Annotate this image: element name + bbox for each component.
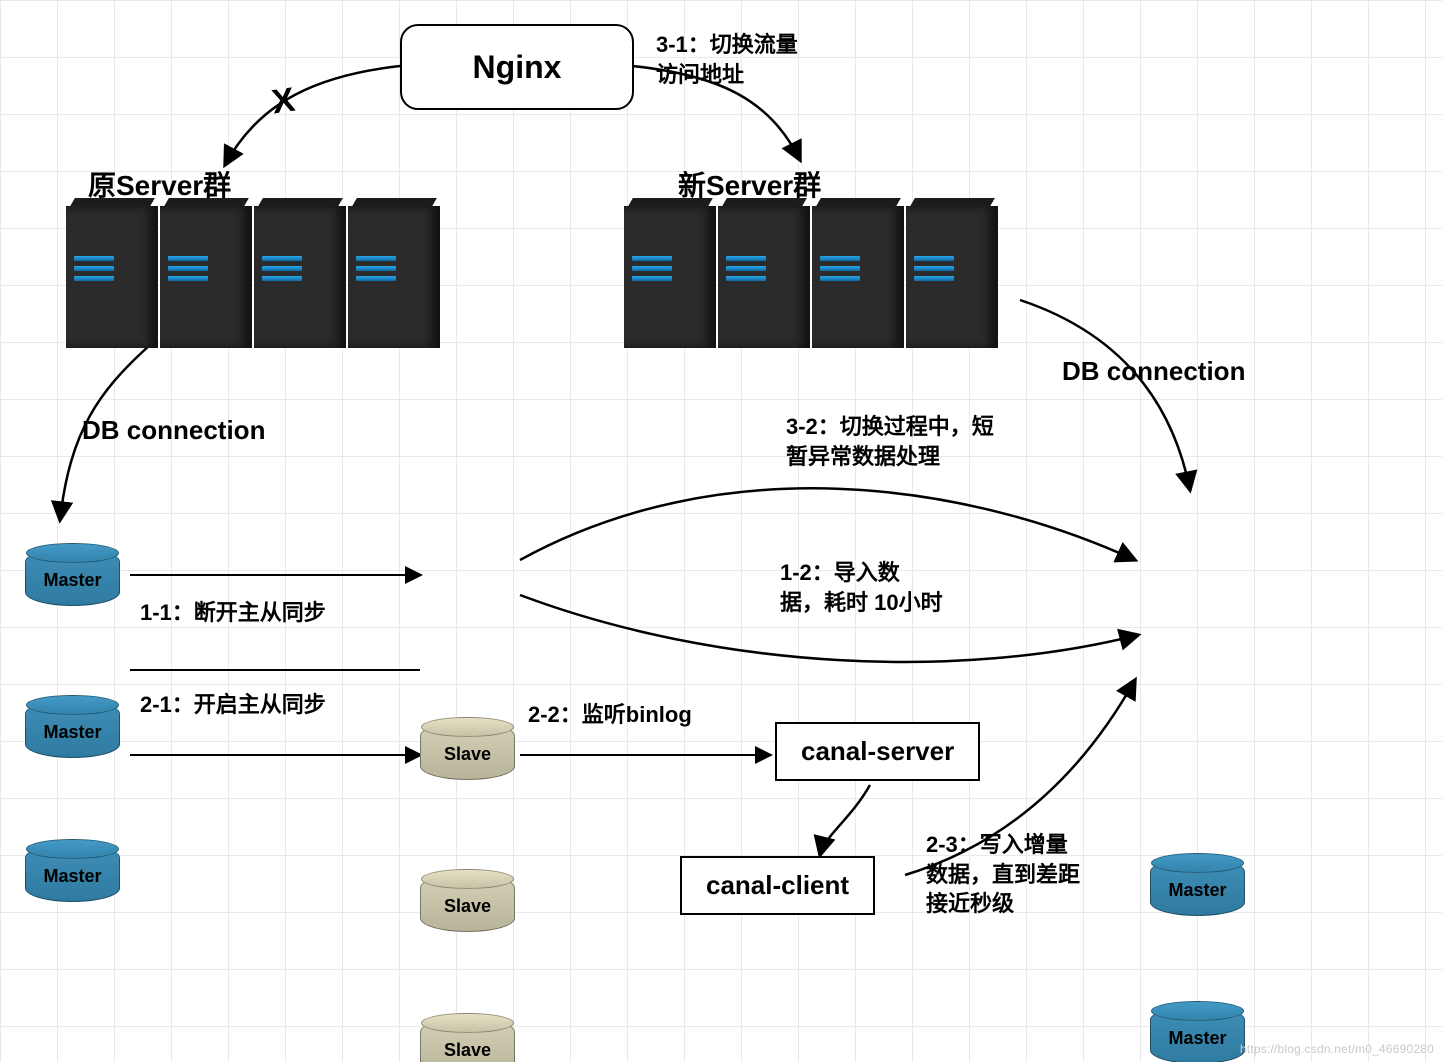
server-icon (344, 198, 444, 348)
db-connection-right-label: DB connection (1062, 354, 1245, 389)
canal-client-node: canal-client (680, 856, 875, 915)
edge-2-2-label: 2-2：监听binlog (528, 700, 692, 730)
edge-3-1-label: 3-1：切换流量 访问地址 (656, 30, 798, 89)
canal-server-label: canal-server (801, 736, 954, 767)
db-label: Slave (444, 744, 491, 765)
cross-mark: X (269, 81, 297, 123)
db-master-left-1: Master (25, 548, 120, 606)
db-master-left-3: Master (25, 844, 120, 902)
server-icon (620, 198, 720, 348)
db-master-right-2: Master (1150, 1006, 1245, 1062)
nginx-label: Nginx (473, 49, 562, 86)
edge-2-3-label: 2-3：写入增量 数据，直到差距 接近秒级 (926, 830, 1080, 919)
nginx-node: Nginx (400, 24, 634, 110)
db-label: Slave (444, 896, 491, 917)
db-slave-1: Slave (420, 722, 515, 780)
db-label: Master (43, 866, 101, 887)
db-master-left-2: Master (25, 700, 120, 758)
edge-3-2-label: 3-2：切换过程中，短 暂异常数据处理 (786, 412, 994, 471)
db-label: Master (43, 570, 101, 591)
db-label: Slave (444, 1040, 491, 1061)
canal-server-node: canal-server (775, 722, 980, 781)
old-server-group (62, 198, 438, 348)
server-icon (808, 198, 908, 348)
server-icon (902, 198, 1002, 348)
canal-client-label: canal-client (706, 870, 849, 901)
server-icon (250, 198, 350, 348)
new-server-group (620, 198, 996, 348)
db-label: Master (1168, 880, 1226, 901)
db-label: Master (1168, 1028, 1226, 1049)
edge-1-1-label: 1-1：断开主从同步 (140, 598, 326, 628)
db-label: Master (43, 722, 101, 743)
db-master-right-1: Master (1150, 858, 1245, 916)
edge-2-1-label: 2-1：开启主从同步 (140, 690, 326, 720)
db-connection-left-label: DB connection (82, 413, 265, 448)
server-icon (62, 198, 162, 348)
edge-1-2-label: 1-2：导入数 据，耗时 10小时 (780, 558, 943, 617)
watermark: https://blog.csdn.net/m0_46690280 (1240, 1042, 1434, 1056)
db-slave-3: Slave (420, 1018, 515, 1062)
db-slave-2: Slave (420, 874, 515, 932)
server-icon (714, 198, 814, 348)
server-icon (156, 198, 256, 348)
